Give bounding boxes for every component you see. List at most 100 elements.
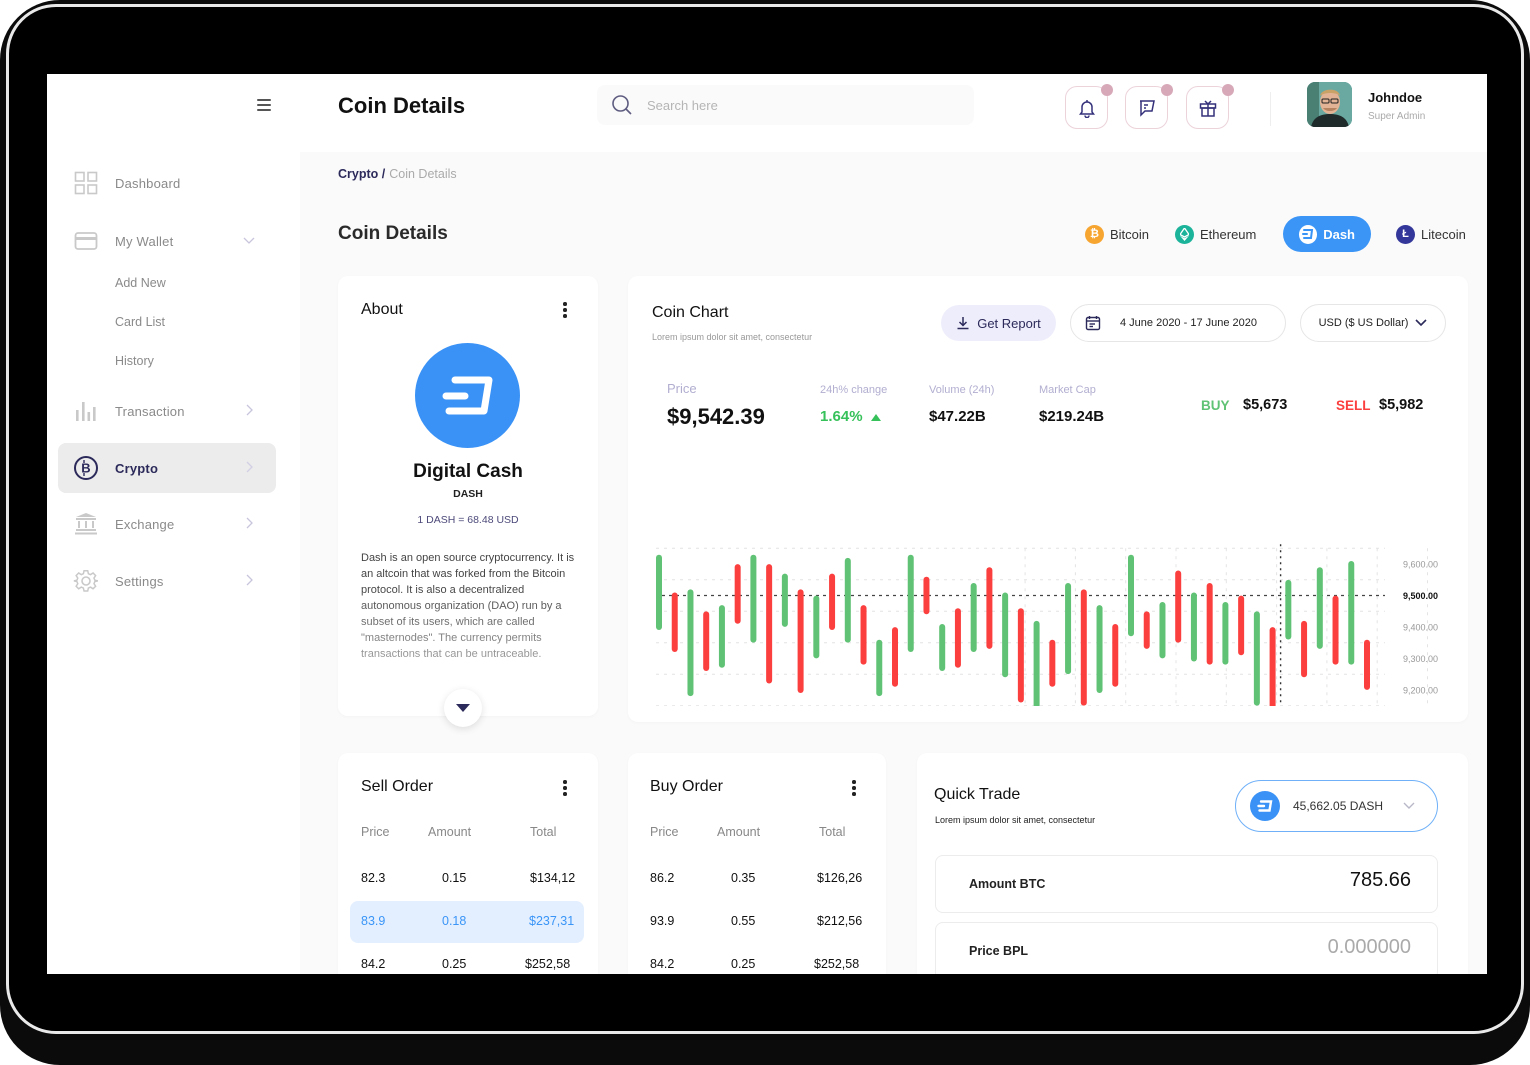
- bank-icon: [73, 511, 99, 537]
- chevron-down-icon: [1403, 802, 1415, 809]
- change-value: 1.64%: [820, 408, 881, 425]
- cell-price: 82.3: [361, 871, 386, 885]
- sidebar-item-label: Crypto: [115, 460, 159, 476]
- column-header-price: Price: [361, 825, 390, 839]
- card-title: About: [361, 301, 403, 318]
- cell-price: 84.2: [650, 957, 675, 971]
- sidebar-subitem-add-new[interactable]: Add New: [115, 276, 166, 290]
- wallet-balance: 45,662.05 DASH: [1293, 799, 1384, 813]
- card-title: Coin Chart: [652, 304, 729, 321]
- column-header-amount: Amount: [717, 825, 761, 839]
- buy-order-card: Buy Order Price Amount Total 86.2 0.35 $…: [628, 753, 886, 974]
- breadcrumb-current: Coin Details: [389, 167, 457, 181]
- tab-litecoin[interactable]: Ł Litecoin: [1380, 216, 1482, 252]
- cell-total: $126,26: [817, 871, 863, 885]
- dash-logo-icon: [415, 343, 520, 448]
- y-tick-label: 9,300.00: [1403, 654, 1438, 664]
- y-tick-label: 9,400.00: [1403, 623, 1438, 633]
- search-icon: [612, 95, 632, 115]
- sidebar-item-label: My Wallet: [115, 233, 174, 249]
- card-title: Sell Order: [361, 778, 434, 795]
- sell-label: SELL: [1336, 398, 1371, 413]
- message-icon: [1139, 99, 1155, 117]
- gift-badge: [1222, 84, 1234, 96]
- sidebar-item-my-wallet[interactable]: My Wallet: [58, 216, 276, 266]
- cell-amount: 0.55: [731, 914, 756, 928]
- cell-price: 83.9: [361, 914, 386, 928]
- wallet-card-icon: [73, 228, 99, 254]
- more-options-icon[interactable]: [851, 780, 857, 796]
- messages-button[interactable]: [1125, 84, 1173, 129]
- tab-ethereum[interactable]: Ethereum: [1159, 216, 1272, 252]
- user-role: Super Admin: [1368, 111, 1426, 122]
- price-bpl-field: Price BPL: [935, 922, 1438, 974]
- column-header-amount: Amount: [428, 825, 472, 839]
- sidebar: Dashboard My Wallet Add New Card List Hi…: [47, 74, 300, 974]
- notification-badge: [1101, 84, 1113, 96]
- sidebar-subitem-card-list[interactable]: Card List: [115, 315, 165, 329]
- message-badge: [1161, 84, 1173, 96]
- wallet-select[interactable]: 45,662.05 DASH: [1235, 780, 1438, 832]
- sell-price: $5,982: [1379, 397, 1424, 413]
- candlestick-chart[interactable]: 9,600.00 9,500.00 9,400.00 9,300.00 9,200.00…: [628, 446, 1468, 706]
- change-label: 24h% change: [820, 384, 888, 396]
- cell-price: 93.9: [650, 914, 675, 928]
- tab-label: Litecoin: [1421, 226, 1466, 242]
- calendar-icon: [1085, 316, 1101, 331]
- notifications-button[interactable]: [1065, 84, 1113, 129]
- market-cap-value: $219.24B: [1039, 408, 1105, 425]
- get-report-button[interactable]: Get Report: [941, 305, 1056, 341]
- chevron-right-icon: [246, 461, 253, 473]
- tab-bitcoin[interactable]: ₿ Bitcoin: [1069, 216, 1165, 252]
- avatar[interactable]: [1307, 82, 1352, 127]
- dash-coin-icon: [1250, 791, 1280, 821]
- price-label: Price: [667, 381, 697, 396]
- search-box[interactable]: [597, 85, 974, 125]
- coin-ticker: DASH: [453, 488, 483, 500]
- sidebar-item-dashboard[interactable]: Dashboard: [58, 158, 276, 208]
- sidebar-item-transaction[interactable]: Transaction: [58, 386, 276, 436]
- more-options-icon[interactable]: [562, 302, 568, 318]
- cell-amount: 0.15: [442, 871, 467, 885]
- more-options-icon[interactable]: [562, 780, 568, 796]
- sidebar-subitem-history[interactable]: History: [115, 354, 154, 368]
- cell-total: $237,31: [529, 914, 575, 928]
- chevron-right-icon: [246, 404, 253, 416]
- sidebar-item-settings[interactable]: Settings: [58, 556, 276, 606]
- expand-description-button[interactable]: [444, 689, 482, 727]
- sidebar-item-label: Exchange: [115, 516, 175, 532]
- sidebar-item-label: Dashboard: [115, 175, 181, 191]
- sidebar-item-label: Transaction: [115, 403, 185, 419]
- sell-order-card: Sell Order Price Amount Total 82.3 0.15 …: [338, 753, 598, 974]
- market-cap-label: Market Cap: [1039, 384, 1096, 396]
- quick-trade-card: Quick Trade Lorem ipsum dolor sit amet, …: [917, 753, 1468, 974]
- user-name: Johndoe: [1368, 90, 1423, 105]
- dash-coin-icon: [1299, 224, 1318, 244]
- currency-select[interactable]: USD ($ US Dollar): [1300, 304, 1446, 342]
- field-label: Price BPL: [969, 944, 1029, 958]
- cell-amount: 0.25: [731, 957, 756, 971]
- date-range-picker[interactable]: 4 June 2020 - 17 June 2020: [1070, 304, 1286, 342]
- sidebar-item-crypto[interactable]: B Crypto: [58, 443, 276, 493]
- svg-text:B: B: [81, 461, 90, 476]
- menu-toggle-icon[interactable]: [257, 99, 271, 111]
- tab-dash[interactable]: Dash: [1283, 216, 1371, 252]
- chevron-right-icon: [246, 517, 253, 529]
- sidebar-item-exchange[interactable]: Exchange: [58, 499, 276, 549]
- download-icon: [957, 317, 969, 330]
- breadcrumb-root-link[interactable]: Crypto /: [338, 167, 385, 181]
- price-value: $9,542.39: [667, 404, 765, 429]
- amount-btc-field: Amount BTC: [935, 855, 1438, 913]
- price-bpl-input[interactable]: [1161, 936, 1411, 959]
- bell-icon: [1078, 99, 1095, 118]
- dashboard-grid-icon: [73, 170, 99, 196]
- change-percent: 1.64%: [820, 408, 863, 425]
- amount-btc-input[interactable]: [1161, 869, 1411, 892]
- chevron-down-icon: [1415, 319, 1427, 327]
- coin-chart-card: Coin Chart Lorem ipsum dolor sit amet, c…: [628, 276, 1468, 722]
- cell-price: 86.2: [650, 871, 675, 885]
- card-subtitle: Lorem ipsum dolor sit amet, consectetur: [652, 332, 813, 342]
- gifts-button[interactable]: [1186, 84, 1234, 129]
- buy-label: BUY: [1201, 398, 1230, 413]
- search-input[interactable]: [647, 97, 947, 113]
